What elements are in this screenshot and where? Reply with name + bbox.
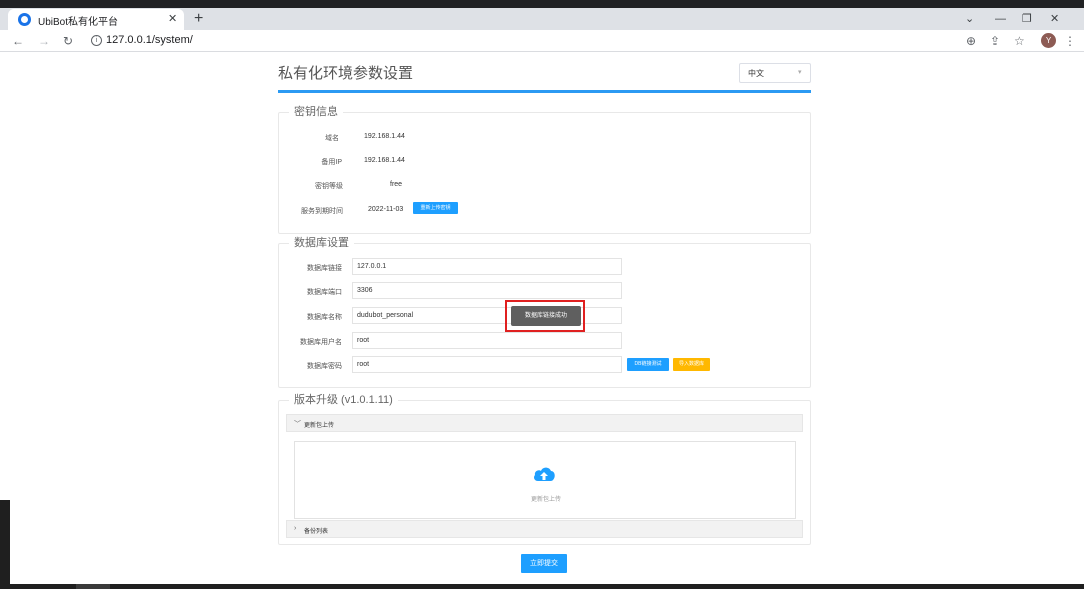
db-host-label: 数据库链接	[307, 265, 342, 272]
upload-section-label: 更新包上传	[304, 423, 335, 429]
db-success-toast: 数据库链接成功	[511, 306, 581, 326]
db-user-value: root	[357, 337, 370, 344]
language-select[interactable]: 中文 ▾	[739, 63, 811, 83]
forward-arrow-icon[interactable]: →	[38, 33, 50, 49]
reupload-key-button[interactable]: 重新上传密钥	[413, 202, 458, 214]
key-info-legend: 密钥信息	[289, 104, 343, 120]
taskbar-item[interactable]	[76, 584, 110, 589]
db-user-label: 数据库用户名	[300, 339, 342, 346]
db-port-label: 数据库端口	[307, 289, 342, 296]
db-import-button[interactable]: 导入数据库	[673, 358, 710, 371]
bookmark-star-icon[interactable]: ☆	[1014, 33, 1025, 49]
domain-label: 域名	[325, 135, 339, 142]
new-tab-icon[interactable]: +	[194, 9, 203, 29]
tab-title: UbiBot私有化平台	[38, 17, 119, 28]
back-arrow-icon[interactable]: ←	[12, 33, 24, 49]
key-level-label: 密钥等级	[315, 183, 343, 190]
db-port-value: 3306	[357, 287, 373, 294]
minimize-icon[interactable]: —	[995, 12, 1006, 26]
db-password-label: 数据库密码	[307, 363, 342, 370]
submit-button[interactable]: 立即提交	[521, 554, 567, 573]
upload-text: 更新包上传	[530, 497, 561, 503]
tab-search-icon[interactable]: ⌄	[965, 12, 974, 26]
key-info-panel: 密钥信息 域名 192.168.1.44 备用IP 192.168.1.44 密…	[278, 104, 811, 234]
chevron-down-icon: ﹀	[294, 421, 301, 428]
ubibot-favicon-icon	[18, 13, 31, 26]
browser-tab[interactable]: UbiBot私有化平台 ✕	[8, 9, 184, 30]
backup-section-label: 备份列表	[304, 529, 329, 535]
db-name-label: 数据库名称	[307, 314, 342, 321]
chevron-right-icon: ›	[294, 525, 297, 532]
db-name-value: dudubot_personal	[357, 312, 414, 319]
db-port-input[interactable]: 3306	[352, 282, 622, 299]
profile-avatar[interactable]: Y	[1041, 33, 1056, 48]
share-icon[interactable]: ⇪	[990, 33, 1000, 49]
db-test-button[interactable]: DB链接测试	[627, 358, 669, 371]
title-underline	[278, 90, 811, 93]
database-panel: 数据库设置 数据库链接 127.0.0.1 数据库端口 3306 数据库名称 d…	[278, 235, 811, 388]
expiry-value: 2022-11-03	[368, 206, 404, 213]
backup-ip-label: 备用IP	[321, 159, 342, 166]
upgrade-legend: 版本升级 (v1.0.1.11)	[289, 392, 398, 408]
db-host-value: 127.0.0.1	[357, 263, 387, 270]
restore-icon[interactable]: ❐	[1022, 12, 1032, 26]
language-value: 中文	[748, 69, 764, 78]
taskbar	[0, 584, 1084, 589]
menu-kebab-icon[interactable]: ⋮	[1064, 33, 1076, 49]
upload-dropzone[interactable]: 更新包上传	[294, 441, 796, 519]
domain-value: 192.168.1.44	[364, 133, 405, 140]
address-bar: ← → ↻ i 127.0.0.1/system/ ⊕ ⇪ ☆ Y ⋮	[0, 30, 1084, 52]
db-password-value: root	[357, 361, 370, 368]
upload-section-header[interactable]: ﹀ 更新包上传	[286, 414, 803, 432]
cloud-upload-icon	[534, 467, 555, 481]
site-info-icon[interactable]: i	[91, 35, 102, 46]
db-user-input[interactable]: root	[352, 332, 622, 349]
close-window-icon[interactable]: ✕	[1050, 12, 1059, 26]
database-legend: 数据库设置	[289, 235, 354, 251]
backup-section-header[interactable]: › 备份列表	[286, 520, 803, 538]
backup-ip-value: 192.168.1.44	[364, 157, 405, 164]
zoom-icon[interactable]: ⊕	[966, 33, 976, 49]
db-password-input[interactable]: root	[352, 356, 622, 373]
expiry-label: 服务到期时间	[301, 208, 343, 215]
db-host-input[interactable]: 127.0.0.1	[352, 258, 622, 275]
page-title: 私有化环境参数设置	[278, 65, 414, 82]
window-top-strip	[0, 0, 1084, 8]
key-level-value: free	[390, 181, 403, 188]
background-window-edge	[0, 500, 10, 585]
reload-icon[interactable]: ↻	[63, 33, 73, 49]
close-tab-icon[interactable]: ✕	[168, 12, 177, 26]
upgrade-panel: 版本升级 (v1.0.1.11) ﹀ 更新包上传 更新包上传 › 备份列表	[278, 392, 811, 545]
chevron-down-icon: ▾	[798, 69, 802, 76]
tab-bar: UbiBot私有化平台 ✕ + ⌄ — ❐ ✕	[0, 8, 1084, 30]
url-field[interactable]: 127.0.0.1/system/	[106, 34, 193, 46]
